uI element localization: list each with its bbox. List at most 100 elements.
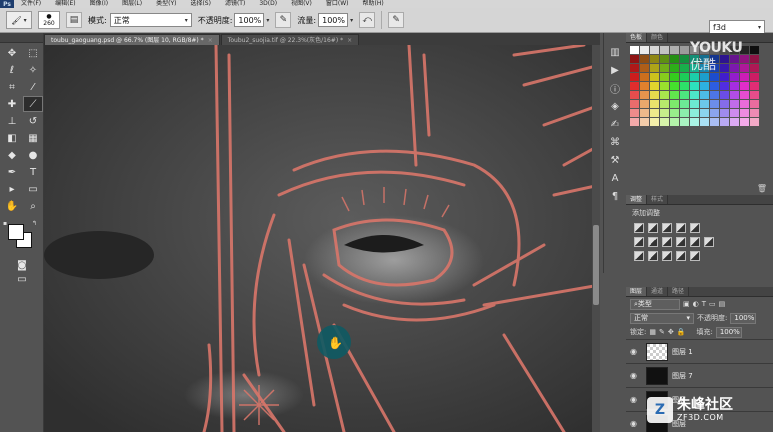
tab-document-2[interactable]: Toubu2_suojia.tif @ 22.3%(灰色/16#) * × [220, 34, 360, 45]
color-swatch[interactable] [750, 100, 759, 108]
canvas-vertical-scrollbar[interactable] [592, 45, 600, 432]
tool-preset-picker[interactable]: 🖌 ▾ [6, 11, 32, 29]
color-swatch[interactable] [720, 91, 729, 99]
color-swatch[interactable] [720, 118, 729, 126]
color-swatch[interactable] [680, 73, 689, 81]
character-icon[interactable]: A [604, 169, 626, 187]
type-icon[interactable]: T [23, 164, 43, 180]
color-swatch[interactable] [670, 109, 679, 117]
color-swatch[interactable] [660, 46, 669, 54]
color-swatch[interactable] [680, 100, 689, 108]
color-swatch[interactable] [700, 91, 709, 99]
vibrance-icon[interactable] [690, 223, 700, 233]
color-swatch[interactable] [660, 73, 669, 81]
color-swatch[interactable] [640, 64, 649, 72]
airbrush-button[interactable]: ⤺ [359, 12, 376, 28]
selective-color-icon[interactable] [690, 251, 700, 261]
color-swatch[interactable] [650, 73, 659, 81]
chevron-down-icon[interactable]: ▾ [350, 17, 353, 24]
default-colors-icon[interactable]: ▪ [3, 220, 7, 227]
menu-item-filter[interactable]: 滤镜(T) [218, 0, 252, 8]
color-swatch[interactable] [710, 91, 719, 99]
menu-item-help[interactable]: 帮助(H) [356, 0, 391, 8]
tool-presets-icon[interactable]: ⚒ [604, 151, 626, 169]
crop-icon[interactable]: ⌗ [2, 79, 22, 95]
layer-comps-icon[interactable]: ◈ [604, 97, 626, 115]
screen-mode-icon[interactable]: ▭ [2, 272, 42, 286]
color-swatch[interactable] [690, 100, 699, 108]
eraser-icon[interactable]: ◧ [2, 130, 22, 146]
channel-mixer-icon[interactable] [690, 237, 700, 247]
color-swatch[interactable] [650, 64, 659, 72]
color-swatch[interactable] [750, 109, 759, 117]
filter-smart-icon[interactable]: ▤ [719, 300, 726, 308]
color-lookup-icon[interactable] [704, 237, 714, 247]
color-swatch[interactable] [720, 109, 729, 117]
filter-pixel-icon[interactable]: ▣ [683, 300, 690, 308]
color-swatch[interactable] [660, 55, 669, 63]
color-swatch[interactable] [730, 82, 739, 90]
color-swatch[interactable] [720, 82, 729, 90]
color-swatch[interactable] [650, 82, 659, 90]
clone-source-icon[interactable]: ⌘ [604, 133, 626, 151]
blur-icon[interactable]: ◆ [2, 147, 22, 163]
color-swatch[interactable] [640, 55, 649, 63]
actions-icon[interactable]: ▶ [604, 61, 626, 79]
color-swatch[interactable] [680, 118, 689, 126]
shape-icon[interactable]: ▭ [23, 181, 43, 197]
color-swatch[interactable] [700, 82, 709, 90]
history-icon[interactable]: ▥ [604, 43, 626, 61]
trash-icon[interactable]: 🗑 [757, 184, 767, 193]
lock-pixels-icon[interactable]: ✎ [659, 328, 665, 336]
posterize-icon[interactable] [648, 251, 658, 261]
gradient-icon[interactable]: ▦ [23, 130, 43, 146]
opacity-input[interactable]: 100% [234, 13, 265, 27]
eyedropper-icon[interactable]: ⁄ [23, 79, 43, 95]
close-icon[interactable]: × [208, 37, 213, 44]
layer-opacity-input[interactable]: 100% [730, 312, 757, 324]
pen-icon[interactable]: ✒ [2, 164, 22, 180]
color-swatch[interactable] [730, 100, 739, 108]
menu-item-type[interactable]: 类型(Y) [149, 0, 183, 8]
scrollbar-thumb[interactable] [593, 225, 599, 305]
lasso-icon[interactable]: ℓ [2, 62, 22, 78]
history-brush-icon[interactable]: ↺ [23, 113, 43, 129]
quick-select-icon[interactable]: ✧ [23, 62, 43, 78]
color-swatch[interactable] [700, 118, 709, 126]
pressure-size-button[interactable]: ✎ [388, 12, 405, 28]
photo-filter-icon[interactable] [676, 237, 686, 247]
color-swatch[interactable] [750, 118, 759, 126]
color-swatch[interactable] [680, 64, 689, 72]
invert-icon[interactable] [634, 251, 644, 261]
color-swatch[interactable] [640, 109, 649, 117]
color-swatch[interactable] [630, 118, 639, 126]
color-swatch[interactable] [750, 82, 759, 90]
zoom-icon[interactable]: ⌕ [23, 198, 43, 214]
eye-icon[interactable]: ◉ [630, 419, 642, 428]
filter-adjust-icon[interactable]: ◐ [693, 300, 699, 308]
curves-icon[interactable] [662, 223, 672, 233]
color-swatch[interactable] [640, 118, 649, 126]
fill-input[interactable]: 100% [715, 326, 742, 338]
color-swatch[interactable] [730, 109, 739, 117]
swap-colors-icon[interactable]: ↰ [32, 220, 37, 227]
color-swatch[interactable] [710, 100, 719, 108]
tab-swatches[interactable]: 色板 [626, 33, 648, 42]
color-swatch[interactable] [640, 82, 649, 90]
menu-item-layer[interactable]: 图层(L) [115, 0, 149, 8]
color-swatch[interactable] [630, 82, 639, 90]
color-swatch[interactable] [680, 91, 689, 99]
color-swatch[interactable] [650, 46, 659, 54]
eye-icon[interactable]: ◉ [630, 395, 642, 404]
color-swatch[interactable] [740, 118, 749, 126]
chevron-down-icon[interactable]: ▾ [266, 17, 269, 24]
color-swatch[interactable] [650, 91, 659, 99]
strip-header[interactable] [604, 33, 626, 43]
color-swatch[interactable] [630, 46, 639, 54]
color-swatch[interactable] [690, 118, 699, 126]
eye-icon[interactable]: ◉ [630, 371, 642, 380]
color-swatch[interactable] [710, 82, 719, 90]
menu-item-image[interactable]: 图像(I) [83, 0, 115, 8]
lock-transparent-icon[interactable]: ▦ [649, 328, 656, 336]
color-swatch[interactable] [690, 91, 699, 99]
